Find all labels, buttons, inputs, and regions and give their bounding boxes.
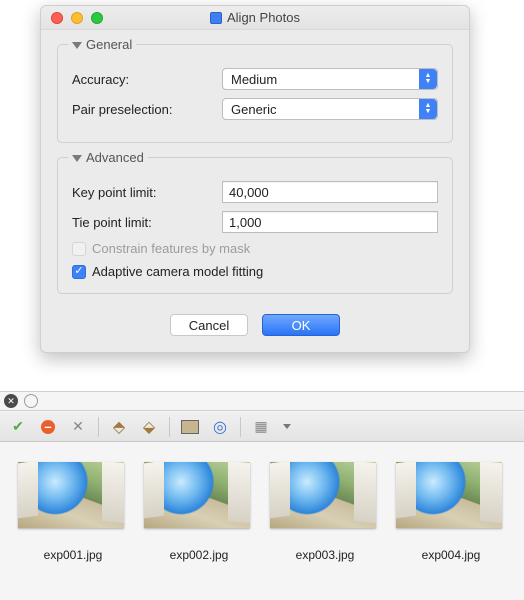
- enable-icon[interactable]: [8, 417, 28, 437]
- keypoint-limit-input[interactable]: 40,000: [222, 181, 438, 203]
- accuracy-select[interactable]: Medium ▲▼: [222, 68, 438, 90]
- thumbnail-caption: exp001.jpg: [18, 548, 128, 562]
- photo-thumbnail[interactable]: exp004.jpg: [396, 462, 506, 562]
- app-icon: [210, 12, 222, 24]
- accuracy-label: Accuracy:: [72, 72, 222, 87]
- select-arrows-icon: ▲▼: [419, 69, 437, 89]
- photo-thumbnail[interactable]: exp003.jpg: [270, 462, 380, 562]
- keypoint-limit-label: Key point limit:: [72, 185, 222, 200]
- panel-aux-icon[interactable]: [24, 394, 38, 408]
- photo-thumbnail[interactable]: exp002.jpg: [144, 462, 254, 562]
- align-photos-dialog: Align Photos General Accuracy: Medium ▲▼…: [40, 5, 470, 353]
- thumbnail-caption: exp002.jpg: [144, 548, 254, 562]
- toolbar-separator: [240, 417, 241, 437]
- rotate-right-icon[interactable]: [139, 417, 159, 437]
- adaptive-label: Adaptive camera model fitting: [92, 264, 263, 279]
- pair-preselection-select[interactable]: Generic ▲▼: [222, 98, 438, 120]
- photo-thumbnails: exp001.jpg exp002.jpg exp003.jpg exp004.…: [0, 462, 524, 562]
- tiepoint-limit-input[interactable]: 1,000: [222, 211, 438, 233]
- show-photo-icon[interactable]: [180, 417, 200, 437]
- pair-preselection-value: Generic: [231, 102, 277, 117]
- photos-toolbar: [0, 412, 524, 442]
- thumbnail-image: [18, 462, 124, 528]
- constrain-by-mask-row[interactable]: Constrain features by mask: [72, 241, 438, 256]
- disclosure-triangle-icon: [72, 42, 82, 49]
- accuracy-value: Medium: [231, 72, 277, 87]
- toolbar-separator: [98, 417, 99, 437]
- view-mode-icon[interactable]: [251, 417, 271, 437]
- ok-button[interactable]: OK: [262, 314, 340, 336]
- pair-preselection-label: Pair preselection:: [72, 102, 222, 117]
- select-arrows-icon: ▲▼: [419, 99, 437, 119]
- general-group-header[interactable]: General: [68, 37, 136, 52]
- dialog-buttons: Cancel OK: [41, 308, 469, 352]
- rotate-left-icon[interactable]: [109, 417, 129, 437]
- tiepoint-limit-label: Tie point limit:: [72, 215, 222, 230]
- constrain-label: Constrain features by mask: [92, 241, 250, 256]
- advanced-group: Advanced Key point limit: 40,000 Tie poi…: [57, 157, 453, 294]
- adaptive-checkbox[interactable]: [72, 265, 86, 279]
- cancel-button[interactable]: Cancel: [170, 314, 248, 336]
- dialog-titlebar: Align Photos: [41, 6, 469, 30]
- general-group: General Accuracy: Medium ▲▼ Pair presele…: [57, 44, 453, 143]
- constrain-checkbox[interactable]: [72, 242, 86, 256]
- panel-close-icon[interactable]: ✕: [4, 394, 18, 408]
- toolbar-separator: [169, 417, 170, 437]
- disclosure-triangle-icon: [72, 155, 82, 162]
- disable-icon[interactable]: [38, 417, 58, 437]
- thumbnail-image: [270, 462, 376, 528]
- show-mask-icon[interactable]: [210, 417, 230, 437]
- panel-headerbar: ✕: [0, 391, 524, 411]
- remove-icon[interactable]: [68, 417, 88, 437]
- photo-thumbnail[interactable]: exp001.jpg: [18, 462, 128, 562]
- thumbnail-image: [396, 462, 502, 528]
- thumbnail-caption: exp004.jpg: [396, 548, 506, 562]
- thumbnail-image: [144, 462, 250, 528]
- dialog-title: Align Photos: [41, 10, 469, 25]
- dropdown-caret-icon[interactable]: [283, 424, 291, 429]
- adaptive-fitting-row[interactable]: Adaptive camera model fitting: [72, 264, 438, 279]
- advanced-group-header[interactable]: Advanced: [68, 150, 148, 165]
- thumbnail-caption: exp003.jpg: [270, 548, 380, 562]
